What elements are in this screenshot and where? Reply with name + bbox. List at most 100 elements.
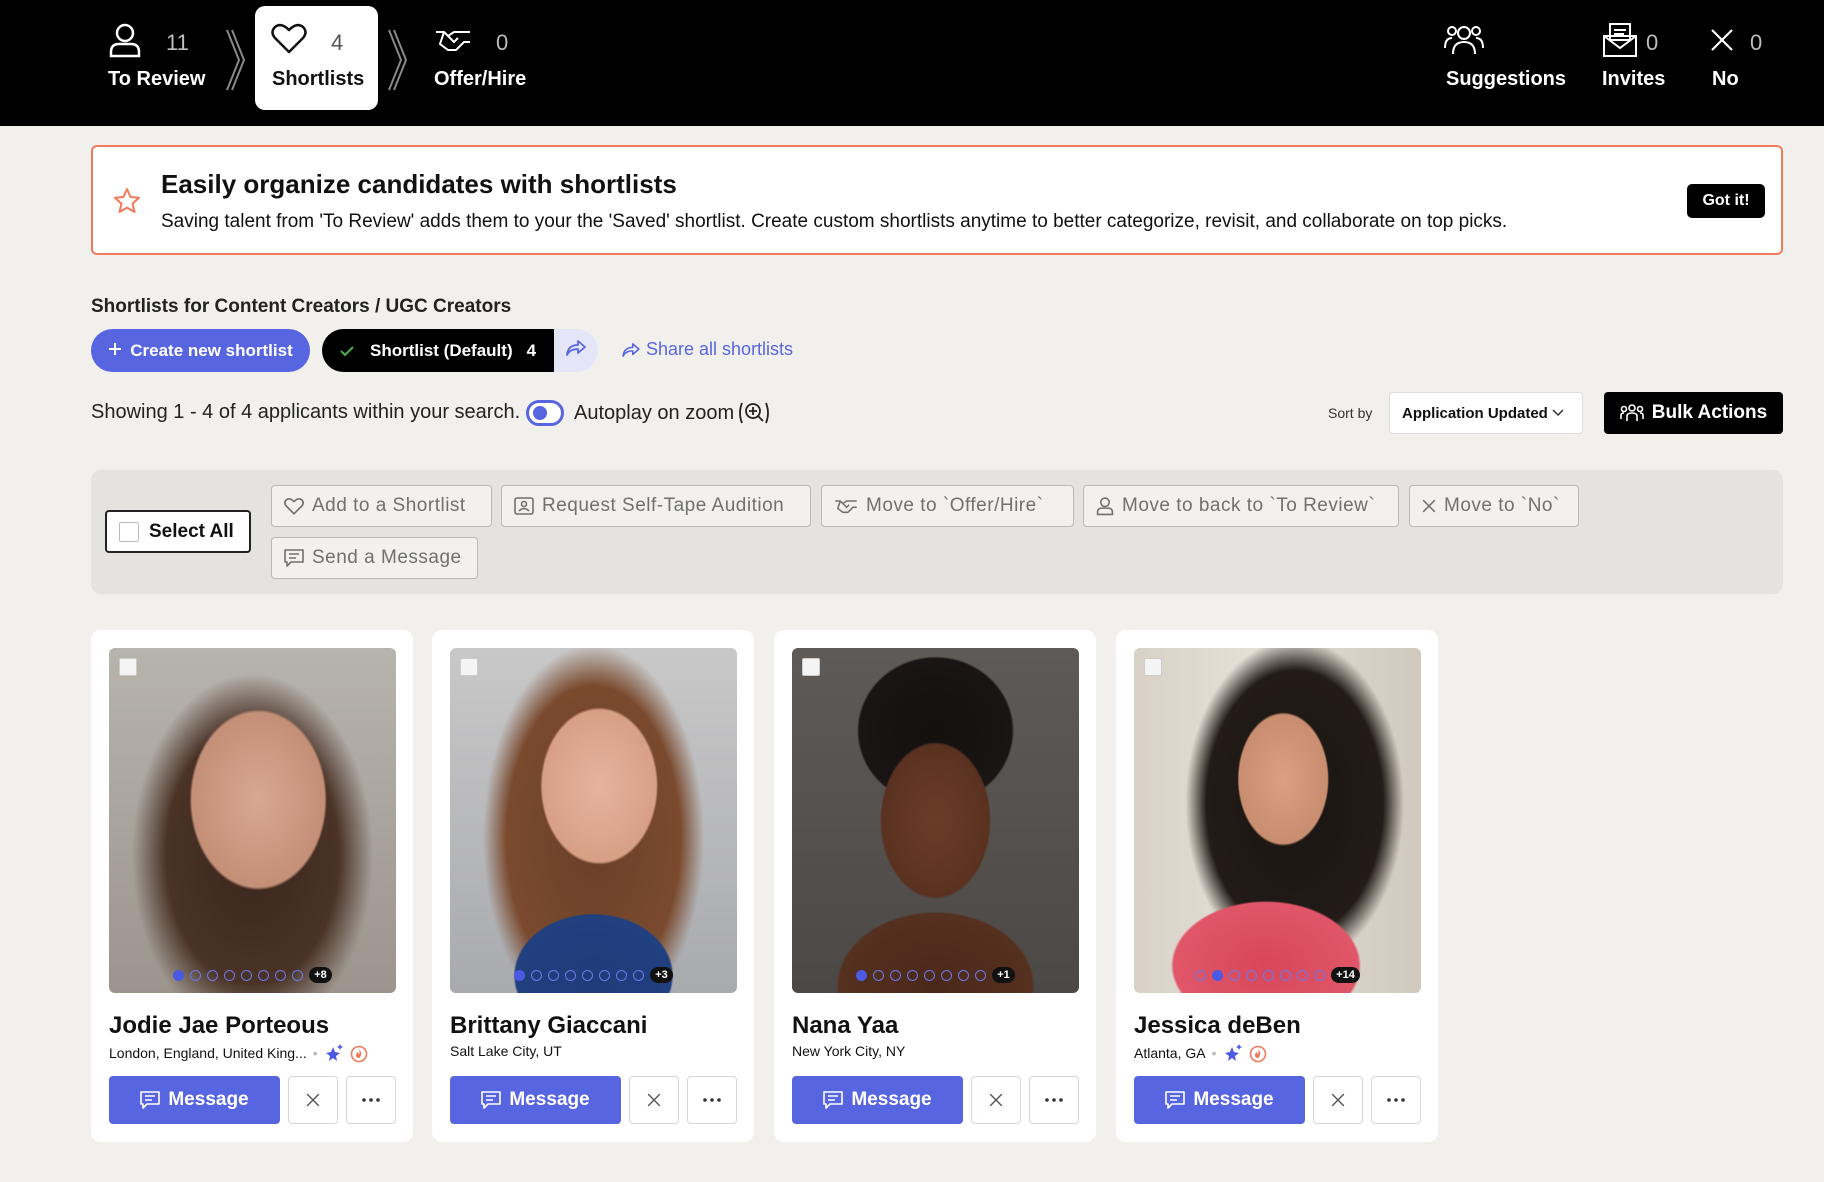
person-icon [1096,496,1114,516]
select-all-checkbox[interactable] [119,521,139,542]
select-all-button[interactable]: Select All [105,510,251,553]
bulk-actions-label: Bulk Actions [1651,402,1768,423]
reject-button[interactable] [288,1076,338,1124]
add-to-shortlist-button[interactable]: Add to a Shortlist [271,485,492,527]
shortlists-info-banner: Easily organize candidates with shortlis… [91,145,1783,255]
no-count: 0 [1750,30,1763,55]
shortlists-label: Shortlists [272,68,365,90]
group-icon [1619,403,1644,423]
message-button[interactable]: Message [450,1076,621,1124]
stage-shortlists[interactable]: 4 Shortlists [255,6,378,110]
sort-by-label: Sort by [1328,405,1373,421]
move-to-offer-hire-label: Move to `Offer/Hire` [866,495,1044,516]
more-options-button[interactable] [1029,1076,1079,1124]
star-icon [113,187,141,220]
create-shortlist-button[interactable]: Create new shortlist [91,329,310,372]
candidate-location-row: Atlanta, GA • [1134,1043,1267,1063]
person-icon [108,22,142,63]
zoom-in-icon [738,401,770,425]
ellipsis-icon [1387,1098,1405,1102]
move-to-no-button[interactable]: Move to `No` [1409,485,1579,527]
photo-carousel-dots[interactable]: +8 [109,967,396,983]
id-card-icon [514,497,534,515]
message-icon [1165,1091,1186,1109]
got-it-button[interactable]: Got it! [1687,184,1765,218]
candidate-location: Salt Lake City, UT [450,1043,562,1059]
handshake-icon [434,28,472,57]
message-label: Message [509,1089,590,1110]
candidate-card[interactable]: +1 Nana Yaa New York City, NY Message [774,630,1096,1142]
candidate-card[interactable]: +8 Jodie Jae Porteous London, England, U… [91,630,413,1142]
more-photos-badge: +1 [992,967,1015,983]
message-button[interactable]: Message [1134,1076,1305,1124]
shortlists-count: 4 [331,30,344,55]
candidate-card[interactable]: +3 Brittany Giaccani Salt Lake City, UT … [432,630,754,1142]
close-icon [647,1093,661,1107]
move-to-review-button[interactable]: Move to back to `To Review` [1083,485,1399,527]
more-options-button[interactable] [1371,1076,1421,1124]
stage-offer-hire[interactable]: 0 Offer/Hire [430,0,560,126]
stage-invites[interactable]: 0 Invites [1598,0,1698,126]
results-summary: Showing 1 - 4 of 4 applicants within you… [91,401,521,423]
ellipsis-icon [703,1098,721,1102]
photo-carousel-dots[interactable]: +14 [1134,967,1421,983]
sort-value: Application Updated [1402,404,1548,422]
bulk-actions-button[interactable]: Bulk Actions [1604,392,1783,434]
candidate-name[interactable]: Nana Yaa [792,1012,898,1040]
more-options-button[interactable] [346,1076,396,1124]
candidate-name[interactable]: Brittany Giaccani [450,1012,647,1040]
more-photos-badge: +14 [1331,967,1360,983]
message-button[interactable]: Message [109,1076,280,1124]
handshake-icon [834,498,858,514]
banner-title: Easily organize candidates with shortlis… [161,169,677,199]
send-message-label: Send a Message [312,547,462,568]
shortlist-default-tab[interactable]: Shortlist (Default) 4 [322,329,554,372]
more-options-button[interactable] [687,1076,737,1124]
card-checkbox[interactable] [460,658,478,676]
candidate-name[interactable]: Jessica deBen [1134,1012,1301,1040]
invites-count: 0 [1646,30,1659,55]
reject-button[interactable] [971,1076,1021,1124]
message-button[interactable]: Message [792,1076,963,1124]
more-photos-badge: +8 [309,967,332,983]
candidate-photo[interactable]: +1 [792,648,1079,993]
share-all-label: Share all shortlists [646,339,794,359]
stage-no[interactable]: 0 No [1706,0,1806,126]
fire-icon [350,1043,368,1063]
photo-carousel-dots[interactable]: +3 [450,967,737,983]
stage-suggestions[interactable]: Suggestions [1440,0,1570,126]
card-checkbox[interactable] [1144,658,1162,676]
close-icon [1710,28,1734,57]
candidate-photo[interactable]: +8 [109,648,396,993]
request-self-tape-button[interactable]: Request Self-Tape Audition [501,485,811,527]
share-all-shortlists-link[interactable]: Share all shortlists [622,339,793,360]
suggestions-label: Suggestions [1446,68,1567,90]
ellipsis-icon [1045,1098,1063,1102]
reject-button[interactable] [629,1076,679,1124]
close-icon [989,1093,1003,1107]
candidate-photo[interactable]: +3 [450,648,737,993]
message-icon [823,1091,844,1109]
stage-to-review[interactable]: 11 To Review [100,0,220,126]
card-checkbox[interactable] [802,658,820,676]
card-checkbox[interactable] [119,658,137,676]
bulk-action-bar: Select All Add to a Shortlist Request Se… [91,470,1783,594]
send-message-button[interactable]: Send a Message [271,537,478,579]
message-label: Message [168,1089,249,1110]
create-shortlist-label: Create new shortlist [130,340,293,360]
photo-carousel-dots[interactable]: +1 [792,967,1079,983]
message-label: Message [851,1089,932,1110]
shortlist-default-count: 4 [526,340,537,360]
candidate-name[interactable]: Jodie Jae Porteous [109,1012,329,1040]
autoplay-toggle[interactable] [526,400,564,426]
candidate-card[interactable]: +14 Jessica deBen Atlanta, GA • Message [1116,630,1438,1142]
candidate-photo[interactable]: +14 [1134,648,1421,993]
invites-label: Invites [1602,68,1666,90]
reject-button[interactable] [1313,1076,1363,1124]
chevron-right-icon [386,28,408,97]
move-to-offer-hire-button[interactable]: Move to `Offer/Hire` [821,485,1074,527]
envelope-icon [1602,22,1638,63]
share-shortlist-button[interactable] [554,329,598,372]
sort-select[interactable]: Application Updated [1389,392,1583,434]
select-all-label: Select All [149,520,234,542]
